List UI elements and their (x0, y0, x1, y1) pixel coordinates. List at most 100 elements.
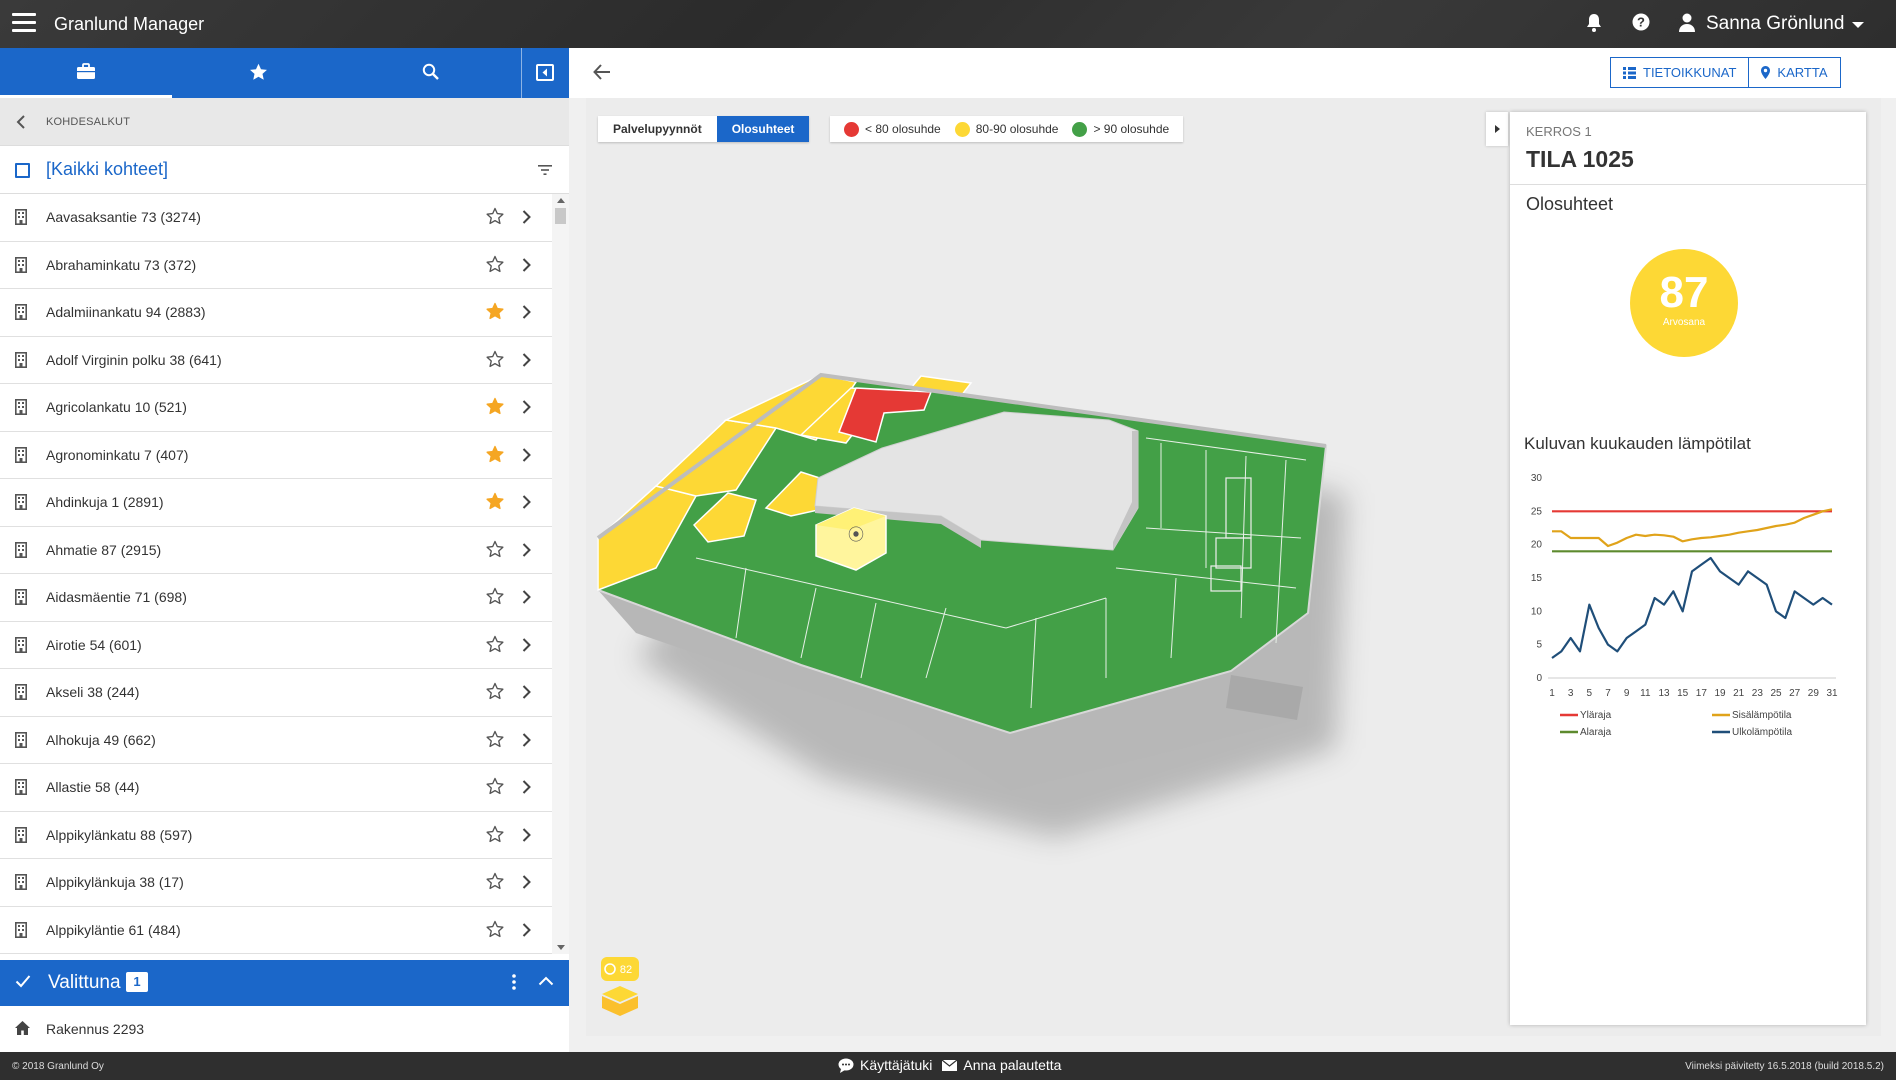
tab-search[interactable] (344, 48, 516, 98)
chevron-right-icon[interactable] (522, 542, 531, 557)
list-item[interactable]: Allastie 58 (44) (0, 764, 552, 812)
scroll-up-arrow-icon[interactable] (557, 198, 565, 203)
list-item[interactable]: Ahmatie 87 (2915) (0, 527, 552, 574)
chevron-right-icon[interactable] (522, 685, 531, 699)
selected-count-badge: 1 (126, 972, 148, 992)
user-guide-link[interactable]: Käyttäjätuki (838, 1057, 932, 1073)
all-properties-row[interactable]: [Kaikki kohteet] (0, 146, 569, 194)
feedback-link[interactable]: Anna palautetta (942, 1057, 1061, 1073)
list-item[interactable]: Agricolankatu 10 (521) (0, 384, 552, 432)
y-tick-label: 20 (1531, 540, 1543, 551)
tab-service-requests[interactable]: Palvelupyynnöt (598, 116, 717, 142)
envelope-icon (942, 1059, 958, 1071)
user-menu-caret-icon[interactable] (1852, 22, 1864, 28)
list-item[interactable]: Abrahaminkatu 73 (372) (0, 242, 552, 289)
list-item[interactable]: Akseli 38 (244) (0, 669, 552, 717)
chevron-up-icon[interactable] (538, 976, 554, 986)
chevron-right-icon[interactable] (522, 352, 531, 367)
favorite-star-icon[interactable] (486, 492, 504, 510)
chevron-right-icon[interactable] (522, 637, 531, 652)
favorite-star-icon[interactable] (486, 302, 504, 320)
user-icon[interactable] (1676, 13, 1698, 35)
info-windows-button[interactable]: TIETOIKKUNAT (1610, 57, 1750, 88)
score-value: 87 (1659, 268, 1709, 317)
favorite-star-icon[interactable] (486, 920, 504, 938)
favorite-star-icon[interactable] (486, 255, 504, 273)
list-item[interactable]: Aavasaksantie 73 (3274) (0, 194, 552, 242)
scroll-down-arrow-icon[interactable] (557, 945, 565, 950)
list-item-label: Alppikyläntie 61 (484) (46, 921, 181, 938)
chevron-left-icon[interactable] (16, 115, 25, 129)
floor-selector-icon[interactable]: 82 (600, 956, 640, 1020)
left-panel: KOHDESALKUT [Kaikki kohteet] Aavasaksant… (0, 48, 569, 1052)
favorite-star-icon[interactable] (486, 445, 504, 463)
list-item[interactable]: Alppikyläntie 61 (484) (0, 907, 552, 954)
list-item[interactable]: Adalmiinankatu 94 (2883) (0, 289, 552, 337)
favorite-star-icon[interactable] (486, 872, 504, 890)
legend-item-low: < 80 olosuhde (844, 121, 941, 137)
list-item[interactable]: Agronominkatu 7 (407) (0, 432, 552, 479)
list-item[interactable]: Alppikylänkuja 38 (17) (0, 859, 552, 907)
chevron-right-icon[interactable] (522, 257, 531, 272)
list-item[interactable]: Alhokuja 49 (662) (0, 717, 552, 764)
select-all-checkbox[interactable] (15, 163, 30, 178)
top-bar: Granlund Manager ? Sanna Grönlund (0, 0, 1896, 48)
tab-portfolios[interactable] (0, 48, 172, 98)
list-item[interactable]: Ahdinkuja 1 (2891) (0, 479, 552, 527)
copyright: © 2018 Granlund Oy (12, 1061, 104, 1072)
selected-bar[interactable]: Valittuna 1 (0, 960, 569, 1006)
info-panel-toggle[interactable] (1486, 112, 1508, 146)
favorite-star-icon[interactable] (486, 682, 504, 700)
more-vertical-icon[interactable] (512, 974, 516, 990)
all-properties-label[interactable]: [Kaikki kohteet] (46, 159, 168, 180)
favorite-star-icon[interactable] (486, 777, 504, 795)
chevron-right-icon[interactable] (522, 210, 531, 224)
list-item-label: Allastie 58 (44) (46, 779, 140, 795)
favorite-star-icon[interactable] (486, 397, 504, 415)
scrollbar-thumb[interactable] (555, 208, 566, 224)
chevron-right-icon[interactable] (522, 922, 531, 937)
chevron-right-icon[interactable] (522, 305, 531, 319)
favorite-star-icon[interactable] (486, 207, 504, 225)
menu-icon[interactable] (12, 13, 36, 33)
selected-building-row[interactable]: Rakennus 2293 (0, 1006, 569, 1052)
chevron-right-icon[interactable] (522, 447, 531, 462)
chevron-right-icon[interactable] (522, 590, 531, 604)
list-item[interactable]: Aidasmäentie 71 (698) (0, 574, 552, 622)
x-tick-label: 3 (1568, 688, 1574, 699)
score-label: Arvosana (1662, 317, 1706, 328)
list-item[interactable]: Adolf Virginin polku 38 (641) (0, 337, 552, 384)
list-item-label: Adalmiinankatu 94 (2883) (46, 304, 206, 320)
favorite-star-icon[interactable] (486, 540, 504, 558)
chevron-right-icon[interactable] (522, 732, 531, 747)
favorite-star-icon[interactable] (486, 730, 504, 748)
x-tick-label: 15 (1677, 688, 1689, 699)
collapse-panel-button[interactable] (521, 48, 569, 98)
chevron-right-icon[interactable] (522, 400, 531, 414)
legend-dot-yellow (954, 121, 970, 137)
tab-favorites[interactable] (172, 48, 344, 98)
chevron-right-icon[interactable] (522, 875, 531, 889)
list-item[interactable]: Alppikylänkatu 88 (597) (0, 812, 552, 859)
favorite-star-icon[interactable] (486, 350, 504, 368)
favorite-star-icon[interactable] (486, 587, 504, 605)
chevron-right-icon[interactable] (522, 780, 531, 794)
grid-icon (1623, 66, 1636, 79)
back-arrow-icon[interactable] (593, 64, 611, 80)
list-scrollbar[interactable] (552, 194, 569, 954)
favorite-star-icon[interactable] (486, 635, 504, 653)
checkmark-icon (15, 975, 31, 988)
filter-icon[interactable] (537, 164, 553, 176)
list-item-label: Abrahaminkatu 73 (372) (46, 256, 197, 273)
tab-conditions[interactable]: Olosuhteet (716, 116, 810, 142)
notifications-bell-icon[interactable] (1583, 13, 1605, 35)
user-name[interactable]: Sanna Grönlund (1706, 13, 1844, 35)
user-guide-label: Käyttäjätuki (860, 1057, 933, 1073)
map-button[interactable]: KARTTA (1749, 57, 1841, 88)
list-item[interactable]: Airotie 54 (601) (0, 622, 552, 669)
selected-room-marker-icon[interactable]: ⦿ (848, 525, 864, 544)
chevron-right-icon[interactable] (522, 495, 531, 509)
chevron-right-icon[interactable] (522, 827, 531, 842)
favorite-star-icon[interactable] (486, 825, 504, 843)
help-icon[interactable]: ? (1630, 13, 1652, 35)
